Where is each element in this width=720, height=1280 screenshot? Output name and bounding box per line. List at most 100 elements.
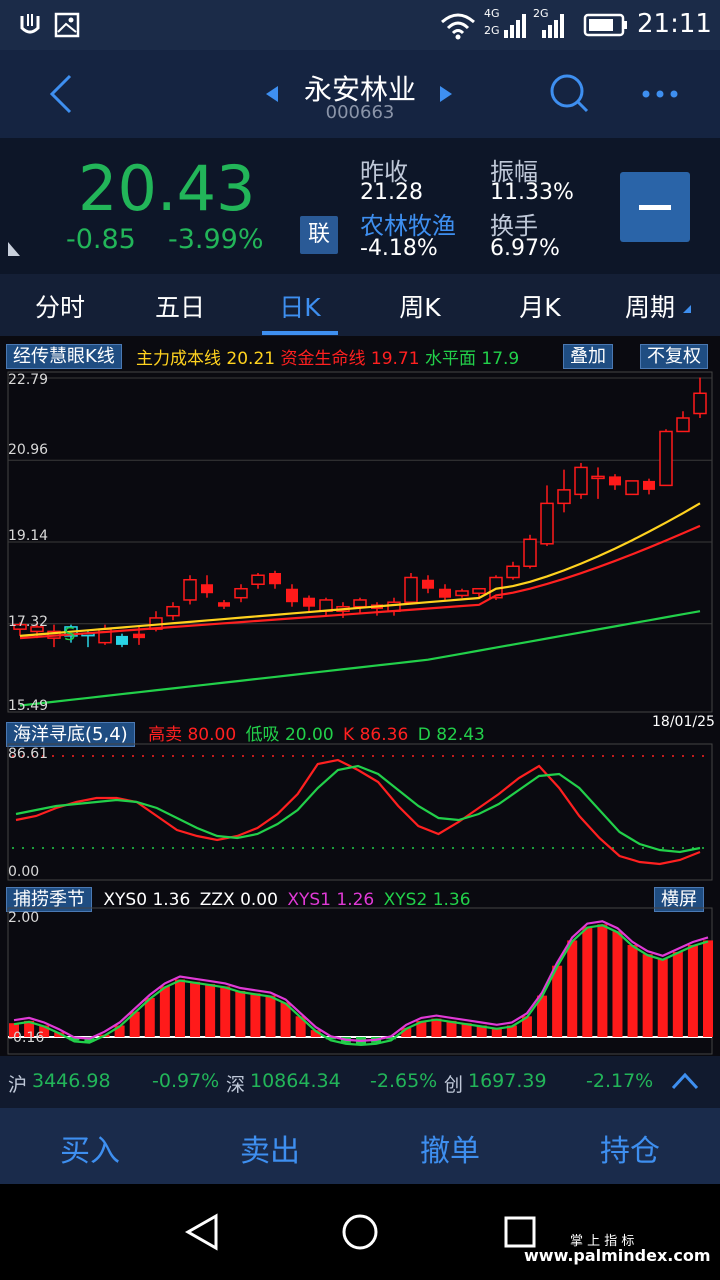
osc1-panel[interactable]: 海洋寻底(5,4) 高卖 80.00 低吸 20.00 K 86.36 D 82…	[0, 714, 720, 882]
osc2-bar	[642, 954, 653, 1037]
notification-app-icon	[20, 14, 40, 34]
back-icon[interactable]	[46, 72, 76, 116]
osc2-bar	[627, 945, 638, 1037]
sh-index-pct: -0.97%	[152, 1070, 220, 1092]
candle-body	[269, 573, 281, 585]
ma-cost-line	[19, 502, 701, 638]
tab-intraday[interactable]: 分时	[10, 288, 110, 324]
index-ticker-bar[interactable]: 沪 3446.98 -0.97% 深 10864.34 -2.65% 创 169…	[0, 1056, 720, 1108]
candle-body	[557, 489, 571, 505]
candle-body	[574, 466, 588, 496]
battery-icon	[583, 13, 627, 37]
network-type-2: 2G	[484, 24, 500, 37]
osc2-bar	[250, 993, 261, 1037]
system-recents-icon[interactable]	[502, 1214, 538, 1250]
expand-up-icon[interactable]	[670, 1070, 700, 1092]
search-icon[interactable]	[548, 72, 590, 114]
wifi-icon	[441, 13, 475, 40]
system-back-icon[interactable]	[182, 1212, 222, 1252]
candle-body	[625, 480, 639, 496]
candle-body	[591, 475, 605, 480]
prev-stock-icon[interactable]	[264, 84, 280, 104]
next-stock-icon[interactable]	[438, 84, 454, 104]
minus-icon	[639, 205, 671, 210]
tab-monthly-k[interactable]: 月K	[490, 288, 590, 324]
candle-body	[455, 590, 469, 597]
osc2-bar	[612, 931, 623, 1037]
status-bar: 4G 2G 2G 21:11	[0, 0, 720, 50]
position-button[interactable]: 持仓	[540, 1126, 720, 1170]
candle-body	[303, 597, 315, 607]
corner-expand-icon	[8, 242, 20, 256]
candle-body	[422, 579, 434, 589]
sz-index-label: 深	[226, 1074, 246, 1096]
candle-body	[643, 480, 655, 490]
period-dropdown-icon	[683, 305, 691, 313]
candle-body	[286, 588, 298, 603]
tab-daily-k[interactable]: 日K	[250, 288, 350, 324]
osc1-k-line	[15, 758, 701, 866]
tab-five-day[interactable]: 五日	[130, 288, 230, 324]
more-icon[interactable]	[640, 88, 680, 100]
osc1-frame	[7, 743, 713, 881]
candle-body	[659, 430, 673, 487]
kline-panel[interactable]: 经传慧眼K线 主力成本线 20.21 资金生命线 19.71 水平面 17.9 …	[0, 336, 720, 716]
osc1-y-top: 86.61	[8, 746, 49, 762]
candle-body	[116, 635, 128, 645]
sz-index-pct: -2.65%	[370, 1070, 438, 1092]
osc2-bar	[431, 1018, 442, 1037]
system-home-icon[interactable]	[340, 1212, 380, 1252]
candle-body	[609, 476, 621, 486]
sell-button[interactable]: 卖出	[180, 1126, 360, 1170]
sector-change: -4.18%	[360, 236, 438, 261]
osc2-bar	[597, 924, 608, 1037]
osc2-bar	[265, 995, 276, 1037]
osc2-chart	[7, 907, 713, 1055]
tab-weekly-k[interactable]: 周K	[370, 288, 470, 324]
candle-body	[353, 599, 367, 608]
candle-body	[251, 574, 265, 585]
remove-watchlist-button[interactable]	[620, 172, 690, 242]
candle-body	[693, 392, 707, 415]
quote-panel: 20.43 -0.85 -3.99% 联 昨收 21.28 农林牧渔 -4.18…	[0, 138, 720, 274]
candle-body	[439, 588, 451, 598]
osc2-bar	[190, 981, 201, 1037]
osc1-d-line	[15, 764, 701, 854]
kline-chart: S	[7, 371, 713, 713]
osc1-y-bottom: 0.00	[8, 864, 40, 880]
image-icon	[54, 12, 80, 38]
osc2-y-top: 2.00	[8, 910, 40, 926]
buy-button[interactable]: 买入	[0, 1126, 180, 1170]
active-tab-indicator	[262, 331, 338, 335]
osc2-bar	[205, 984, 216, 1037]
amplitude-value: 11.33%	[490, 180, 574, 205]
nav-bar: 永安林业 000663	[0, 50, 720, 138]
osc2-bar	[687, 945, 698, 1037]
candle-body	[404, 576, 418, 603]
prev-close-value: 21.28	[360, 180, 423, 205]
cancel-order-button[interactable]: 撤单	[360, 1126, 540, 1170]
network-type-1: 4G	[484, 7, 500, 20]
sz-index-value: 10864.34	[250, 1070, 341, 1092]
ma-water-line	[19, 610, 701, 707]
watermark-url: www.palmindex.com	[524, 1246, 711, 1265]
candle-body	[676, 417, 690, 433]
signal-icon-2	[542, 14, 564, 38]
osc2-bar	[552, 965, 563, 1037]
lian-badge[interactable]: 联	[300, 216, 338, 254]
osc2-panel[interactable]: 捕捞季节 XYS0 1.36 ZZX 0.00 XYS1 1.26 XYS2 1…	[0, 882, 720, 1056]
last-price: 20.43	[78, 152, 256, 225]
cy-index-label: 创	[444, 1074, 464, 1096]
y-tick-3: 19.14	[8, 528, 49, 544]
osc2-bar	[220, 986, 231, 1037]
candle-body	[201, 584, 213, 594]
osc2-bar	[159, 986, 170, 1037]
sh-index-value: 3446.98	[32, 1070, 111, 1092]
candle-body	[472, 587, 486, 594]
osc2-bar	[174, 979, 185, 1037]
osc2-bar	[144, 997, 155, 1037]
price-change-pct: -3.99%	[168, 224, 264, 255]
y-tick-5: 15.49	[8, 698, 49, 714]
osc2-bar	[703, 940, 713, 1037]
clock: 21:11	[637, 9, 712, 39]
